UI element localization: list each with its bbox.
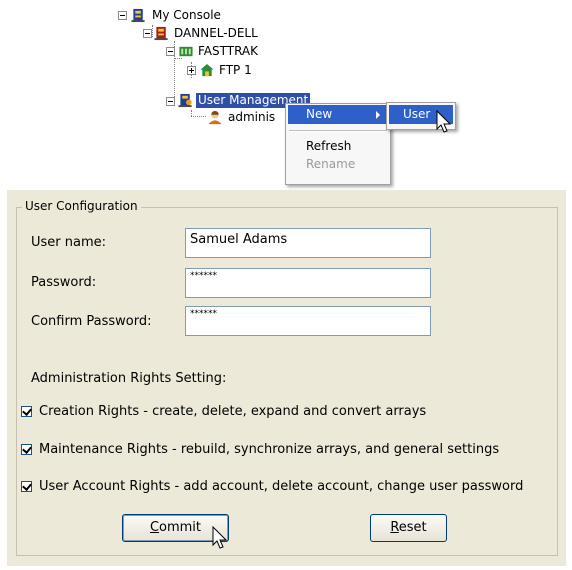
reset-mnemonic: R bbox=[390, 520, 399, 535]
menu-item-new[interactable]: New bbox=[288, 105, 388, 124]
menu-item-refresh[interactable]: Refresh bbox=[288, 137, 388, 156]
computer-icon bbox=[154, 26, 168, 41]
password-label: Password: bbox=[31, 275, 97, 290]
raid-controller-icon bbox=[179, 46, 193, 57]
tree-item-ftp[interactable]: FTP 1 bbox=[217, 63, 254, 78]
maintenance-rights-checkbox[interactable] bbox=[21, 444, 32, 455]
reset-label-rest: eset bbox=[398, 520, 427, 535]
tree-item-my-console[interactable]: My Console bbox=[150, 8, 223, 23]
confirm-password-label: Confirm Password: bbox=[31, 314, 152, 329]
console-icon bbox=[131, 8, 145, 23]
creation-rights-label: Creation Rights - create, delete, expand… bbox=[39, 404, 427, 419]
user-account-rights-label: User Account Rights - add account, delet… bbox=[39, 479, 524, 494]
confirm-password-field[interactable]: ****** bbox=[185, 306, 431, 336]
rights-heading: Administration Rights Setting: bbox=[31, 371, 227, 386]
commit-label-rest: ommit bbox=[159, 520, 202, 535]
menu-separator bbox=[289, 130, 387, 132]
creation-rights-checkbox[interactable] bbox=[21, 406, 32, 417]
tree-item-computer[interactable]: DANNEL-DELL bbox=[172, 26, 260, 41]
checkmark-icon bbox=[22, 481, 32, 491]
tree-connector bbox=[191, 116, 206, 117]
checkmark-icon bbox=[22, 444, 32, 454]
username-label: User name: bbox=[31, 235, 107, 250]
commit-mnemonic: C bbox=[149, 520, 160, 535]
tree-item-administrator[interactable]: adminis bbox=[226, 110, 277, 125]
ftp-icon bbox=[200, 63, 214, 77]
mouse-cursor-icon bbox=[436, 110, 452, 133]
username-field[interactable]: Samuel Adams bbox=[185, 228, 431, 258]
tree-item-fasttrak[interactable]: FASTTRAK bbox=[196, 44, 260, 59]
collapse-toggle[interactable] bbox=[166, 97, 175, 106]
expand-toggle[interactable] bbox=[187, 66, 196, 75]
maintenance-rights-label: Maintenance Rights - rebuild, synchroniz… bbox=[39, 442, 500, 457]
user-account-rights-checkbox[interactable] bbox=[21, 481, 32, 492]
group-title: User Configuration bbox=[22, 199, 141, 213]
tree-connector bbox=[152, 25, 153, 37]
collapse-toggle[interactable] bbox=[166, 47, 175, 56]
checkmark-icon bbox=[22, 406, 32, 416]
user-configuration-panel: User Configuration User name: Samuel Ada… bbox=[7, 190, 566, 566]
user-management-icon bbox=[178, 93, 192, 108]
collapse-toggle[interactable] bbox=[143, 29, 152, 38]
mouse-cursor-icon bbox=[212, 526, 228, 549]
menu-item-rename: Rename bbox=[306, 157, 356, 171]
context-menu: New Refresh Rename bbox=[285, 103, 391, 185]
menu-item-new-label: New bbox=[306, 107, 333, 121]
submenu-arrow-icon bbox=[376, 111, 380, 119]
console-tree: My Console DANNEL-DELL FASTTRAK FTP 1 Us… bbox=[0, 0, 572, 190]
reset-button[interactable]: Reset bbox=[370, 514, 447, 542]
collapse-toggle[interactable] bbox=[118, 11, 127, 20]
user-icon bbox=[208, 110, 222, 125]
password-field[interactable]: ****** bbox=[185, 268, 431, 298]
